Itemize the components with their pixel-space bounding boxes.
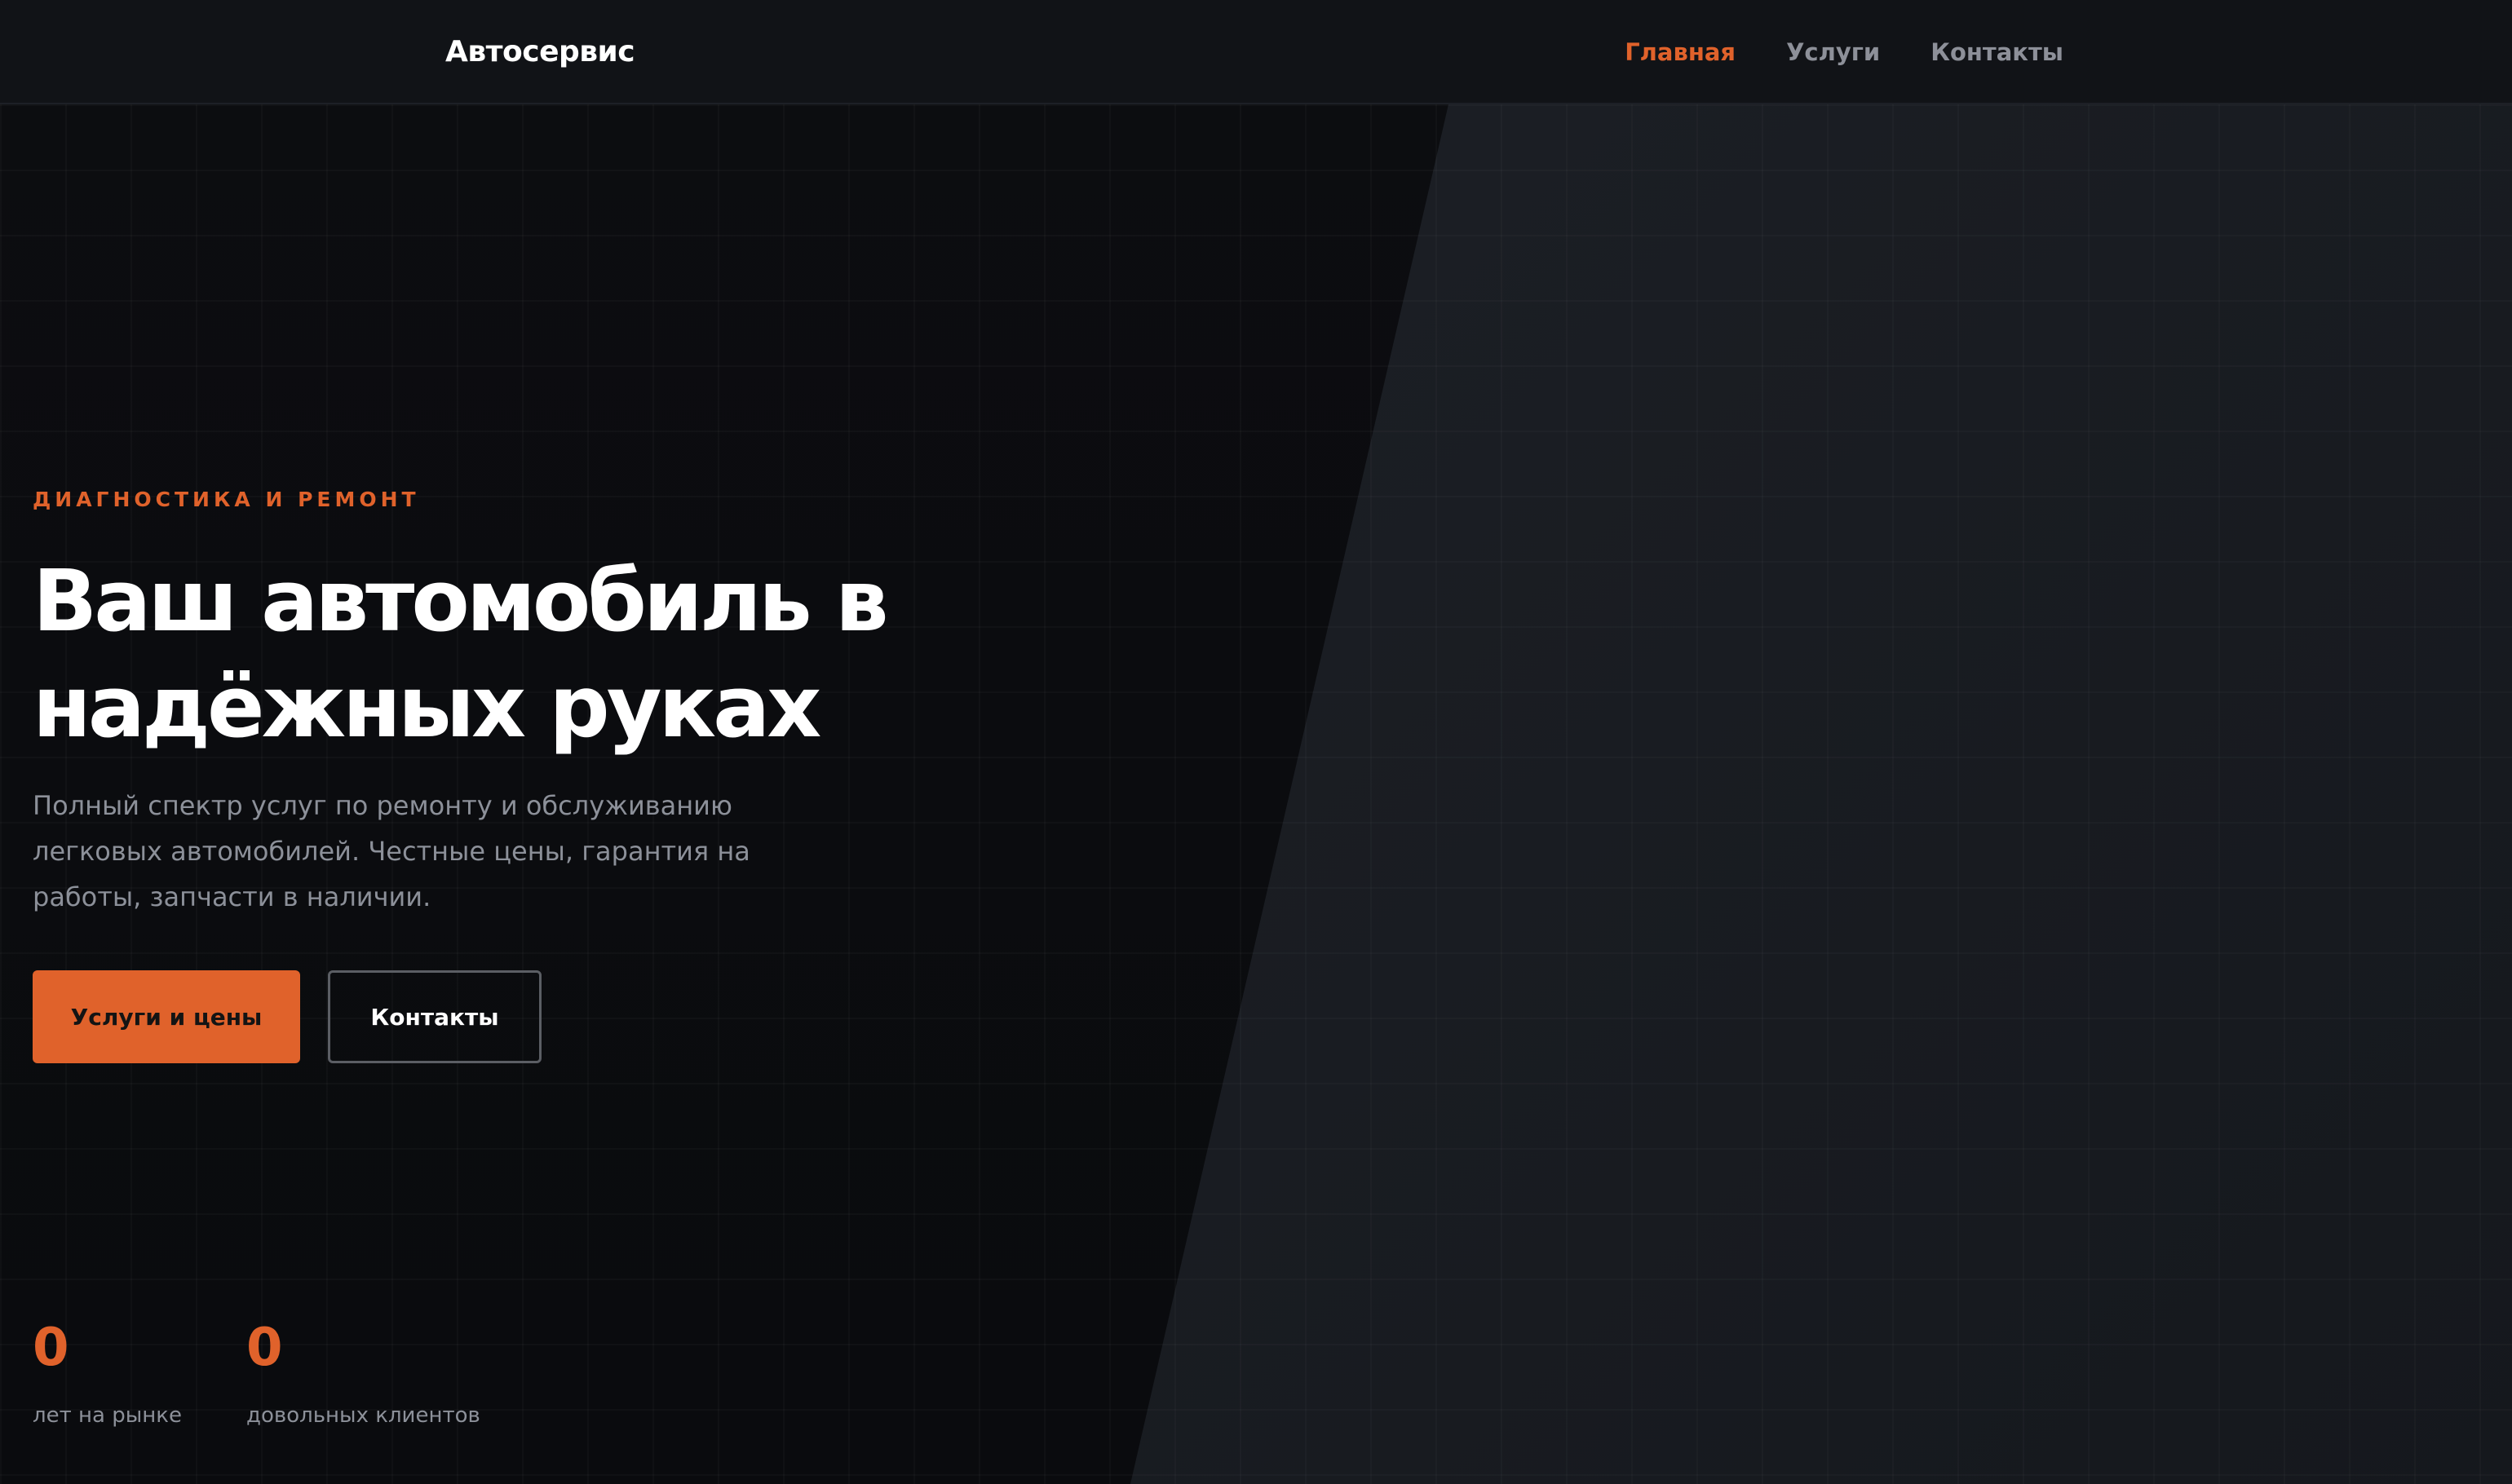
- hero-title-line-2: надёжных руках: [33, 657, 821, 757]
- hero-kicker: ДИАГНОСТИКА И РЕМОНТ: [33, 488, 420, 511]
- nav-link-contacts[interactable]: Контакты: [1930, 33, 2063, 72]
- site-header: Автосервис Главная Услуги Контакты: [0, 0, 2512, 104]
- stat-clients-label: довольных клиентов: [246, 1403, 480, 1428]
- site-logo[interactable]: Автосервис: [445, 33, 635, 72]
- stat-years-value: 0: [33, 1318, 69, 1378]
- main-nav: Главная Услуги Контакты: [1625, 33, 2063, 72]
- hero-description: Полный спектр услуг по ремонту и обслужи…: [33, 790, 750, 912]
- services-prices-button[interactable]: Услуги и цены: [33, 970, 300, 1063]
- hero-title-line-1: Ваш автомобиль в: [33, 551, 889, 651]
- stat-years: 0 лет на рынке: [33, 1311, 182, 1432]
- nav-link-services[interactable]: Услуги: [1786, 33, 1880, 72]
- contacts-button[interactable]: Контакты: [328, 970, 542, 1063]
- page: Автосервис Главная Услуги Контакты ДИАГН…: [0, 0, 2512, 1484]
- nav-link-home[interactable]: Главная: [1625, 33, 1736, 72]
- hero-title: Ваш автомобиль в надёжных руках: [33, 548, 1011, 760]
- stat-clients-value: 0: [246, 1318, 283, 1378]
- stat-years-label: лет на рынке: [33, 1403, 182, 1428]
- stat-clients: 0 довольных клиентов: [246, 1311, 480, 1432]
